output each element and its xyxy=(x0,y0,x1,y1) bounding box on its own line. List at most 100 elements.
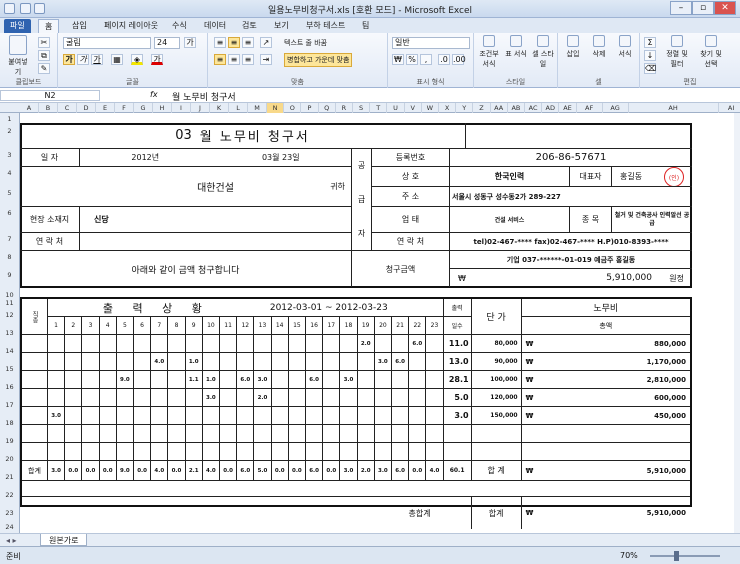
column-header-Y[interactable]: Y xyxy=(456,103,474,113)
align-middle-icon[interactable]: ≡ xyxy=(228,37,240,48)
comma-icon[interactable]: , xyxy=(420,54,432,65)
row-header-10[interactable]: 10 xyxy=(0,291,19,299)
percent-icon[interactable]: % xyxy=(406,54,418,65)
zoom-slider[interactable] xyxy=(650,555,720,557)
row-header-23[interactable]: 23 xyxy=(0,509,19,517)
tab-page-layout[interactable]: 페이지 레이아웃 xyxy=(98,19,164,33)
column-header-W[interactable]: W xyxy=(422,103,439,113)
row-header-1[interactable]: 1 xyxy=(0,115,19,123)
row-header-5[interactable]: 5 xyxy=(0,189,19,197)
align-bottom-icon[interactable]: ≡ xyxy=(242,37,254,48)
column-header-T[interactable]: T xyxy=(370,103,388,113)
row-header-19[interactable]: 19 xyxy=(0,437,19,445)
font-size-select[interactable]: 24 xyxy=(154,37,180,49)
name-box[interactable]: N2 xyxy=(0,90,100,101)
column-header-X[interactable]: X xyxy=(439,103,457,113)
column-header-M[interactable]: M xyxy=(248,103,267,113)
row-header-9[interactable]: 9 xyxy=(0,271,19,279)
formula-input[interactable]: 월 노무비 청구서 xyxy=(172,90,236,103)
italic-button[interactable]: 가 xyxy=(77,54,89,65)
cut-icon[interactable]: ✂ xyxy=(38,37,50,48)
column-header-AF[interactable]: AF xyxy=(577,103,603,113)
column-header-H[interactable]: H xyxy=(153,103,172,113)
row-header-7[interactable]: 7 xyxy=(0,235,19,243)
column-header-AC[interactable]: AC xyxy=(525,103,543,113)
column-header-AE[interactable]: AE xyxy=(559,103,577,113)
row-header-2[interactable]: 2 xyxy=(0,127,19,135)
column-header-E[interactable]: E xyxy=(96,103,115,113)
column-header-A[interactable]: A xyxy=(20,103,39,113)
close-button[interactable]: ✕ xyxy=(714,1,736,15)
column-header-I[interactable]: I xyxy=(172,103,191,113)
column-header-L[interactable]: L xyxy=(229,103,248,113)
tab-view[interactable]: 보기 xyxy=(268,19,295,33)
column-header-P[interactable]: P xyxy=(301,103,319,113)
column-header-S[interactable]: S xyxy=(353,103,371,113)
row-header-3[interactable]: 3 xyxy=(0,151,19,159)
column-header-K[interactable]: K xyxy=(210,103,229,113)
delete-cells-button[interactable]: 삭제 xyxy=(588,35,610,59)
column-header-R[interactable]: R xyxy=(336,103,353,113)
tab-team[interactable]: 팀 xyxy=(356,19,375,33)
column-header-J[interactable]: J xyxy=(191,103,210,113)
column-header-C[interactable]: C xyxy=(58,103,77,113)
sort-filter-button[interactable]: 정렬 및 필터 xyxy=(662,35,692,69)
format-cells-button[interactable]: 서식 xyxy=(614,35,636,59)
font-name-select[interactable]: 굴림 xyxy=(63,37,151,49)
tab-insert[interactable]: 삽입 xyxy=(66,19,93,33)
fill-icon[interactable]: ↓ xyxy=(644,50,656,61)
insert-cells-button[interactable]: 삽입 xyxy=(562,35,584,59)
sheet-nav-icon[interactable]: ◂ ▸ xyxy=(6,536,17,545)
column-header-V[interactable]: V xyxy=(405,103,422,113)
column-header-AI[interactable]: AI xyxy=(719,103,740,113)
indent-icon[interactable]: ⇥ xyxy=(260,54,272,65)
cell-styles-button[interactable]: 셀 스타일 xyxy=(530,35,556,69)
currency-icon[interactable]: ₩ xyxy=(392,54,404,65)
row-header-15[interactable]: 15 xyxy=(0,365,19,373)
column-header-O[interactable]: O xyxy=(284,103,302,113)
autosum-icon[interactable]: Σ xyxy=(644,37,656,48)
tab-load-test[interactable]: 부하 테스트 xyxy=(300,19,351,33)
row-header-13[interactable]: 13 xyxy=(0,329,19,337)
wrap-text-button[interactable]: 텍스트 줄 바꿈 xyxy=(284,38,327,48)
row-header-14[interactable]: 14 xyxy=(0,347,19,355)
row-header-11[interactable]: 11 xyxy=(0,299,19,307)
tab-file[interactable]: 파일 xyxy=(4,19,31,33)
borders-icon[interactable]: ▦ xyxy=(111,54,123,65)
row-header-17[interactable]: 17 xyxy=(0,401,19,409)
column-header-D[interactable]: D xyxy=(77,103,96,113)
font-color-icon[interactable]: 가 xyxy=(151,54,163,65)
minimize-button[interactable]: – xyxy=(670,1,692,15)
decrease-decimal-icon[interactable]: .00 xyxy=(452,54,466,65)
column-header-B[interactable]: B xyxy=(39,103,58,113)
fill-color-icon[interactable]: ◈ xyxy=(131,54,143,65)
row-header-20[interactable]: 20 xyxy=(0,455,19,463)
worksheet[interactable]: 03 월 노무비 청구서 일 자 2012년 03월 23일 대한건설 귀하 현… xyxy=(20,113,734,533)
sheet-tab-original[interactable]: 원본가로 xyxy=(40,534,88,546)
align-right-icon[interactable]: ≡ xyxy=(242,54,254,65)
align-top-icon[interactable]: ≡ xyxy=(214,37,226,48)
column-header-G[interactable]: G xyxy=(134,103,153,113)
column-header-U[interactable]: U xyxy=(387,103,405,113)
underline-button[interactable]: 가 xyxy=(91,54,103,65)
increase-decimal-icon[interactable]: .0 xyxy=(438,54,450,65)
row-header-12[interactable]: 12 xyxy=(0,311,19,319)
column-header-N[interactable]: N xyxy=(267,103,285,113)
restore-button[interactable]: ▫ xyxy=(692,1,714,15)
column-header-AB[interactable]: AB xyxy=(508,103,525,113)
find-select-button[interactable]: 찾기 및 선택 xyxy=(696,35,726,69)
column-header-Z[interactable]: Z xyxy=(473,103,491,113)
column-header-AH[interactable]: AH xyxy=(629,103,719,113)
column-header-AA[interactable]: AA xyxy=(491,103,508,113)
format-painter-icon[interactable]: ✎ xyxy=(38,63,50,74)
row-header-24[interactable]: 24 xyxy=(0,523,19,531)
bold-button[interactable]: 가 xyxy=(63,54,75,65)
row-header-18[interactable]: 18 xyxy=(0,419,19,427)
number-format-select[interactable]: 일반 xyxy=(392,37,470,49)
row-header-22[interactable]: 22 xyxy=(0,491,19,499)
column-header-Q[interactable]: Q xyxy=(319,103,336,113)
row-header-6[interactable]: 6 xyxy=(0,209,19,217)
align-left-icon[interactable]: ≡ xyxy=(214,54,226,65)
clear-icon[interactable]: ⌫ xyxy=(644,63,656,74)
align-center-icon[interactable]: ≡ xyxy=(228,54,240,65)
